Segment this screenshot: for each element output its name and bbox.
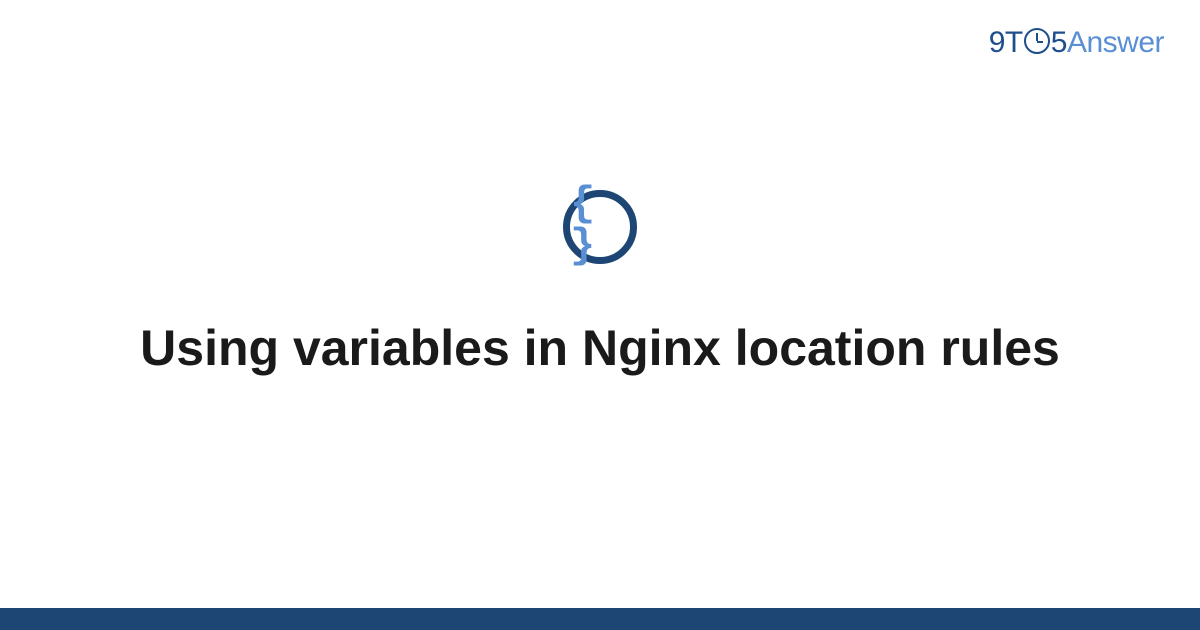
code-icon: { } (563, 190, 637, 264)
page-title: Using variables in Nginx location rules (140, 316, 1060, 381)
main-content: { } Using variables in Nginx location ru… (0, 0, 1200, 630)
braces-icon: { } (570, 183, 630, 267)
footer-bar (0, 608, 1200, 630)
